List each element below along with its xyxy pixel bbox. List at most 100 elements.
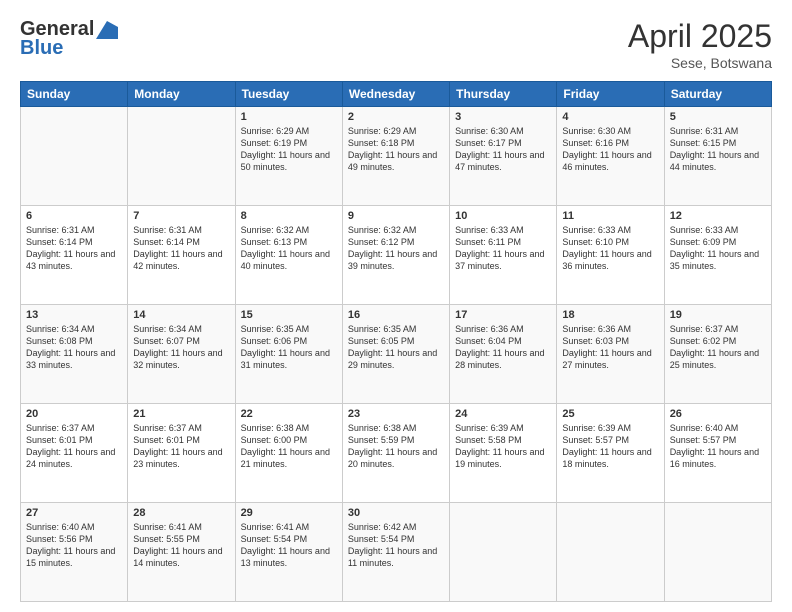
logo-blue-text: Blue	[20, 37, 63, 60]
weekday-header-row: Sunday Monday Tuesday Wednesday Thursday…	[21, 82, 772, 107]
table-row: 2 Sunrise: 6:29 AMSunset: 6:18 PMDayligh…	[342, 107, 449, 206]
week-row-2: 6 Sunrise: 6:31 AMSunset: 6:14 PMDayligh…	[21, 206, 772, 305]
day-number: 27	[26, 507, 122, 519]
day-number: 26	[670, 408, 766, 420]
table-row	[21, 107, 128, 206]
location: Sese, Botswana	[628, 55, 772, 71]
table-row: 22 Sunrise: 6:38 AMSunset: 6:00 PMDaylig…	[235, 404, 342, 503]
cell-sunrise: Sunrise: 6:36 AMSunset: 6:03 PMDaylight:…	[562, 324, 651, 370]
cell-sunrise: Sunrise: 6:32 AMSunset: 6:13 PMDaylight:…	[241, 225, 330, 271]
day-number: 11	[562, 210, 658, 222]
header-friday: Friday	[557, 82, 664, 107]
cell-sunrise: Sunrise: 6:30 AMSunset: 6:16 PMDaylight:…	[562, 126, 651, 172]
day-number: 21	[133, 408, 229, 420]
table-row: 23 Sunrise: 6:38 AMSunset: 5:59 PMDaylig…	[342, 404, 449, 503]
table-row	[557, 503, 664, 602]
cell-sunrise: Sunrise: 6:41 AMSunset: 5:55 PMDaylight:…	[133, 522, 222, 568]
table-row: 17 Sunrise: 6:36 AMSunset: 6:04 PMDaylig…	[450, 305, 557, 404]
table-row: 26 Sunrise: 6:40 AMSunset: 5:57 PMDaylig…	[664, 404, 771, 503]
cell-sunrise: Sunrise: 6:34 AMSunset: 6:07 PMDaylight:…	[133, 324, 222, 370]
day-number: 17	[455, 309, 551, 321]
title-block: April 2025 Sese, Botswana	[628, 18, 772, 71]
week-row-3: 13 Sunrise: 6:34 AMSunset: 6:08 PMDaylig…	[21, 305, 772, 404]
table-row: 10 Sunrise: 6:33 AMSunset: 6:11 PMDaylig…	[450, 206, 557, 305]
table-row: 20 Sunrise: 6:37 AMSunset: 6:01 PMDaylig…	[21, 404, 128, 503]
day-number: 23	[348, 408, 444, 420]
cell-sunrise: Sunrise: 6:33 AMSunset: 6:11 PMDaylight:…	[455, 225, 544, 271]
day-number: 29	[241, 507, 337, 519]
cell-sunrise: Sunrise: 6:33 AMSunset: 6:10 PMDaylight:…	[562, 225, 651, 271]
day-number: 24	[455, 408, 551, 420]
day-number: 18	[562, 309, 658, 321]
cell-sunrise: Sunrise: 6:35 AMSunset: 6:05 PMDaylight:…	[348, 324, 437, 370]
cell-sunrise: Sunrise: 6:42 AMSunset: 5:54 PMDaylight:…	[348, 522, 437, 568]
table-row: 8 Sunrise: 6:32 AMSunset: 6:13 PMDayligh…	[235, 206, 342, 305]
cell-sunrise: Sunrise: 6:40 AMSunset: 5:56 PMDaylight:…	[26, 522, 115, 568]
table-row: 1 Sunrise: 6:29 AMSunset: 6:19 PMDayligh…	[235, 107, 342, 206]
day-number: 12	[670, 210, 766, 222]
table-row: 30 Sunrise: 6:42 AMSunset: 5:54 PMDaylig…	[342, 503, 449, 602]
table-row: 6 Sunrise: 6:31 AMSunset: 6:14 PMDayligh…	[21, 206, 128, 305]
day-number: 3	[455, 111, 551, 123]
day-number: 22	[241, 408, 337, 420]
cell-sunrise: Sunrise: 6:38 AMSunset: 5:59 PMDaylight:…	[348, 423, 437, 469]
day-number: 28	[133, 507, 229, 519]
table-row	[128, 107, 235, 206]
cell-sunrise: Sunrise: 6:33 AMSunset: 6:09 PMDaylight:…	[670, 225, 759, 271]
table-row: 9 Sunrise: 6:32 AMSunset: 6:12 PMDayligh…	[342, 206, 449, 305]
week-row-5: 27 Sunrise: 6:40 AMSunset: 5:56 PMDaylig…	[21, 503, 772, 602]
table-row: 15 Sunrise: 6:35 AMSunset: 6:06 PMDaylig…	[235, 305, 342, 404]
table-row: 3 Sunrise: 6:30 AMSunset: 6:17 PMDayligh…	[450, 107, 557, 206]
day-number: 15	[241, 309, 337, 321]
table-row: 18 Sunrise: 6:36 AMSunset: 6:03 PMDaylig…	[557, 305, 664, 404]
day-number: 8	[241, 210, 337, 222]
cell-sunrise: Sunrise: 6:31 AMSunset: 6:14 PMDaylight:…	[133, 225, 222, 271]
logo: General Blue	[20, 18, 118, 60]
page: General Blue April 2025 Sese, Botswana S…	[0, 0, 792, 612]
cell-sunrise: Sunrise: 6:37 AMSunset: 6:01 PMDaylight:…	[133, 423, 222, 469]
cell-sunrise: Sunrise: 6:37 AMSunset: 6:02 PMDaylight:…	[670, 324, 759, 370]
table-row: 19 Sunrise: 6:37 AMSunset: 6:02 PMDaylig…	[664, 305, 771, 404]
day-number: 19	[670, 309, 766, 321]
month-title: April 2025	[628, 18, 772, 55]
table-row: 7 Sunrise: 6:31 AMSunset: 6:14 PMDayligh…	[128, 206, 235, 305]
table-row	[450, 503, 557, 602]
table-row: 29 Sunrise: 6:41 AMSunset: 5:54 PMDaylig…	[235, 503, 342, 602]
header: General Blue April 2025 Sese, Botswana	[20, 18, 772, 71]
day-number: 13	[26, 309, 122, 321]
table-row: 24 Sunrise: 6:39 AMSunset: 5:58 PMDaylig…	[450, 404, 557, 503]
header-sunday: Sunday	[21, 82, 128, 107]
cell-sunrise: Sunrise: 6:34 AMSunset: 6:08 PMDaylight:…	[26, 324, 115, 370]
day-number: 1	[241, 111, 337, 123]
header-thursday: Thursday	[450, 82, 557, 107]
table-row	[664, 503, 771, 602]
cell-sunrise: Sunrise: 6:37 AMSunset: 6:01 PMDaylight:…	[26, 423, 115, 469]
day-number: 20	[26, 408, 122, 420]
cell-sunrise: Sunrise: 6:29 AMSunset: 6:19 PMDaylight:…	[241, 126, 330, 172]
cell-sunrise: Sunrise: 6:41 AMSunset: 5:54 PMDaylight:…	[241, 522, 330, 568]
cell-sunrise: Sunrise: 6:30 AMSunset: 6:17 PMDaylight:…	[455, 126, 544, 172]
header-tuesday: Tuesday	[235, 82, 342, 107]
day-number: 14	[133, 309, 229, 321]
header-monday: Monday	[128, 82, 235, 107]
day-number: 25	[562, 408, 658, 420]
table-row: 27 Sunrise: 6:40 AMSunset: 5:56 PMDaylig…	[21, 503, 128, 602]
day-number: 9	[348, 210, 444, 222]
day-number: 4	[562, 111, 658, 123]
week-row-1: 1 Sunrise: 6:29 AMSunset: 6:19 PMDayligh…	[21, 107, 772, 206]
table-row: 13 Sunrise: 6:34 AMSunset: 6:08 PMDaylig…	[21, 305, 128, 404]
cell-sunrise: Sunrise: 6:35 AMSunset: 6:06 PMDaylight:…	[241, 324, 330, 370]
cell-sunrise: Sunrise: 6:40 AMSunset: 5:57 PMDaylight:…	[670, 423, 759, 469]
day-number: 5	[670, 111, 766, 123]
day-number: 30	[348, 507, 444, 519]
table-row: 4 Sunrise: 6:30 AMSunset: 6:16 PMDayligh…	[557, 107, 664, 206]
cell-sunrise: Sunrise: 6:31 AMSunset: 6:14 PMDaylight:…	[26, 225, 115, 271]
day-number: 16	[348, 309, 444, 321]
cell-sunrise: Sunrise: 6:32 AMSunset: 6:12 PMDaylight:…	[348, 225, 437, 271]
table-row: 25 Sunrise: 6:39 AMSunset: 5:57 PMDaylig…	[557, 404, 664, 503]
week-row-4: 20 Sunrise: 6:37 AMSunset: 6:01 PMDaylig…	[21, 404, 772, 503]
header-saturday: Saturday	[664, 82, 771, 107]
cell-sunrise: Sunrise: 6:31 AMSunset: 6:15 PMDaylight:…	[670, 126, 759, 172]
cell-sunrise: Sunrise: 6:29 AMSunset: 6:18 PMDaylight:…	[348, 126, 437, 172]
header-wednesday: Wednesday	[342, 82, 449, 107]
